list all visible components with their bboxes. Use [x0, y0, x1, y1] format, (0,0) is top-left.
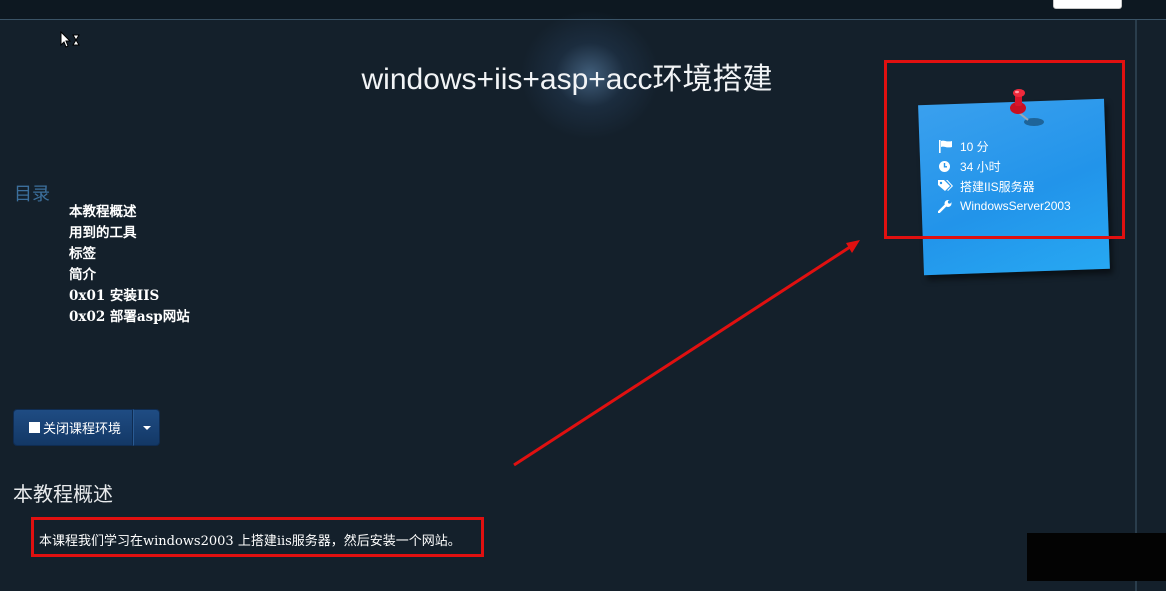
toc-item-overview[interactable]: 本教程概述 — [69, 202, 190, 223]
top-right-button[interactable] — [1053, 0, 1122, 9]
right-divider — [1135, 20, 1137, 591]
overview-heading: 本教程概述 — [13, 482, 113, 506]
toc-list: 本教程概述 用到的工具 标签 简介 0x01 安装IIS 0x02 部署asp网… — [69, 202, 190, 328]
course-env-dropdown-toggle[interactable] — [133, 409, 161, 446]
stop-square-icon — [29, 422, 40, 433]
toc-item-intro[interactable]: 简介 — [69, 265, 190, 286]
annotation-box-summary — [31, 517, 484, 557]
busy-cursor-icon — [60, 31, 80, 48]
toc-item-tools[interactable]: 用到的工具 — [69, 223, 190, 244]
toc-item-deploy-asp[interactable]: 0x02 部署asp网站 — [69, 307, 190, 328]
toc-heading: 目录 — [14, 184, 50, 205]
close-course-env-label: 关闭课程环境 — [43, 422, 122, 437]
bottom-right-block — [1027, 533, 1166, 581]
close-course-env-button[interactable]: 关闭课程环境 — [13, 409, 134, 446]
caret-down-icon — [142, 425, 151, 430]
toc-item-install-iis[interactable]: 0x01 安装IIS — [69, 286, 190, 307]
toc-item-tags[interactable]: 标签 — [69, 244, 190, 265]
annotation-box-note — [884, 60, 1125, 239]
course-env-button-group: 关闭课程环境 — [13, 409, 161, 446]
